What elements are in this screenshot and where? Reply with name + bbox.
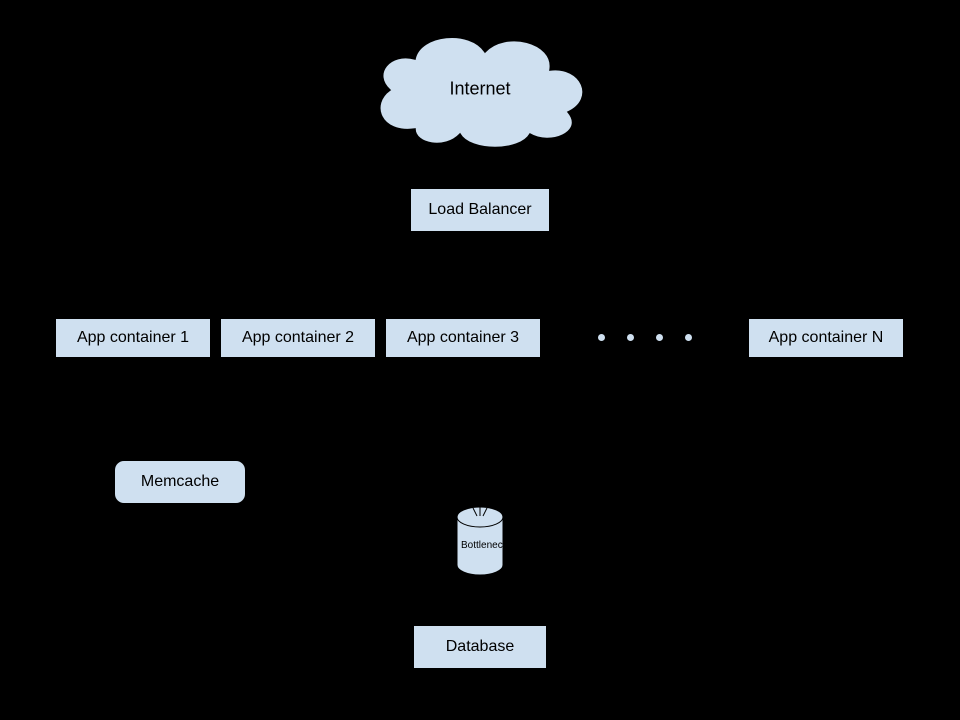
- bottleneck-cylinder: Bottleneck: [455, 505, 505, 577]
- bottleneck-label: Bottleneck: [461, 540, 508, 551]
- dot-icon: [685, 334, 692, 341]
- app-container-1-label: App container 1: [77, 329, 189, 347]
- dot-icon: [656, 334, 663, 341]
- app-container-2: App container 2: [220, 318, 376, 358]
- app-container-3: App container 3: [385, 318, 541, 358]
- database-box: Database: [413, 625, 547, 669]
- ellipsis-dots: [598, 334, 692, 341]
- load-balancer-label: Load Balancer: [428, 201, 531, 219]
- load-balancer-box: Load Balancer: [410, 188, 550, 232]
- app-container-1: App container 1: [55, 318, 211, 358]
- internet-label: Internet: [449, 79, 510, 100]
- dot-icon: [598, 334, 605, 341]
- dot-icon: [627, 334, 634, 341]
- app-container-n: App container N: [748, 318, 904, 358]
- internet-cloud: Internet: [360, 24, 600, 154]
- database-label: Database: [446, 638, 515, 656]
- memcache-box: Memcache: [114, 460, 246, 504]
- app-container-n-label: App container N: [769, 329, 884, 347]
- app-container-2-label: App container 2: [242, 329, 354, 347]
- memcache-label: Memcache: [141, 473, 219, 491]
- app-container-3-label: App container 3: [407, 329, 519, 347]
